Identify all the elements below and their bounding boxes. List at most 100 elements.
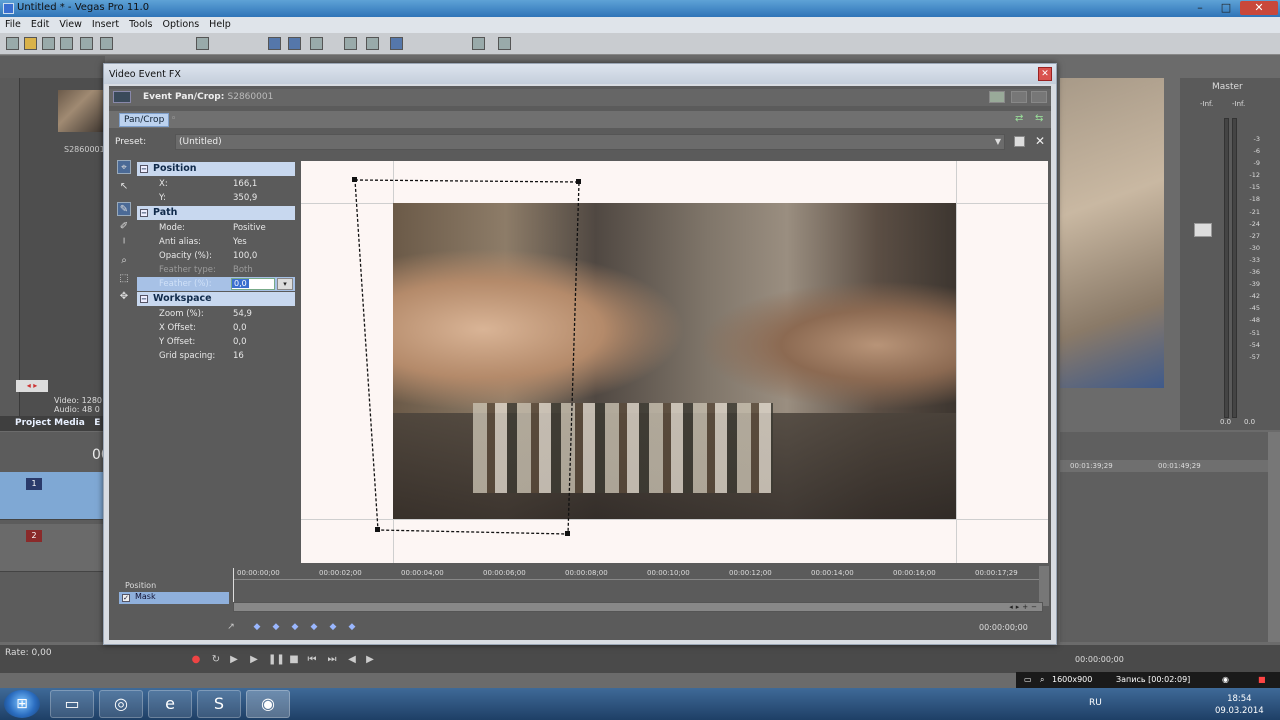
prop-row-y-offset[interactable]: Y Offset: 0,0 xyxy=(137,335,295,349)
split-screen-icon[interactable] xyxy=(989,91,1005,103)
mask-anchor[interactable] xyxy=(375,527,380,532)
normal-edit-tool-icon[interactable]: ⌖ xyxy=(117,160,131,174)
zoom-tool-icon[interactable]: ⌕ xyxy=(117,254,131,268)
edit-tool-icon[interactable] xyxy=(268,37,281,50)
dialog-close-button[interactable]: ✕ xyxy=(1038,67,1052,81)
save-as-icon[interactable] xyxy=(60,37,73,50)
play-from-start-icon[interactable]: ▶ xyxy=(228,654,240,666)
timeline-vertical-scrollbar[interactable] xyxy=(1268,432,1280,642)
tray-clock[interactable]: 18:54 09.03.2014 xyxy=(1215,693,1264,717)
scroll-zoom-buttons-icon[interactable]: ◂▸+− xyxy=(1009,603,1040,611)
record-icon[interactable]: ● xyxy=(190,654,202,666)
collapse-icon[interactable]: − xyxy=(140,295,148,303)
maximize-button[interactable]: □ xyxy=(1214,1,1238,15)
prop-value[interactable]: 166,1 xyxy=(233,179,257,189)
next-keyframe-icon[interactable]: ◆ xyxy=(289,621,301,633)
category-path[interactable]: − Path xyxy=(137,206,295,220)
mask-anchor[interactable] xyxy=(352,177,357,182)
prop-row-y[interactable]: Y: 350,9 xyxy=(137,191,295,205)
split-tool-icon[interactable]: ╵ xyxy=(117,238,131,252)
prop-row-feather-type[interactable]: Feather type: Both xyxy=(137,263,295,277)
prop-row-zoom[interactable]: Zoom (%): 54,9 xyxy=(137,307,295,321)
dialog-titlebar[interactable]: Video Event FX ✕ xyxy=(104,64,1056,84)
properties-icon[interactable] xyxy=(100,37,113,50)
minimize-button[interactable]: – xyxy=(1188,1,1212,15)
keyframe-scrollbar[interactable]: ◂▸+− xyxy=(233,602,1043,612)
open-icon[interactable] xyxy=(24,37,37,50)
prop-value[interactable]: 0,0 xyxy=(233,337,247,347)
start-button[interactable]: ⊞ xyxy=(4,690,40,718)
vegas-taskbar-icon[interactable]: ◉ xyxy=(246,690,290,718)
delete-keyframe-icon[interactable]: ◆ xyxy=(346,621,358,633)
keyframe-vertical-scrollbar[interactable] xyxy=(1039,566,1049,606)
sync-cursor-icon[interactable]: ↗ xyxy=(225,621,237,633)
keyframe-row-position[interactable]: Position xyxy=(119,581,229,592)
recorder-camera-icon[interactable]: ◉ xyxy=(1222,675,1229,684)
master-fader[interactable] xyxy=(1194,223,1212,237)
marker-icon[interactable] xyxy=(472,37,485,50)
recorder-stop-icon[interactable]: ■ xyxy=(1258,675,1266,684)
collapse-icon[interactable]: − xyxy=(140,165,148,173)
save-preset-icon[interactable] xyxy=(1014,136,1025,147)
recorder-window-icon[interactable]: ▭ xyxy=(1024,675,1032,684)
auto-crossfade-icon[interactable] xyxy=(366,37,379,50)
timeline-area[interactable]: 00:01:39;29 00:01:49;29 xyxy=(1060,432,1280,642)
prev-frame-icon[interactable]: ◀ xyxy=(346,654,358,666)
menu-edit[interactable]: Edit xyxy=(26,17,54,32)
render-icon[interactable] xyxy=(80,37,93,50)
prop-row-opacity[interactable]: Opacity (%): 100,0 xyxy=(137,249,295,263)
prop-value[interactable]: 0,0 xyxy=(233,323,247,333)
preset-dropdown[interactable]: (Untitled) ▼ xyxy=(175,134,1005,150)
prop-value[interactable]: 16 xyxy=(233,351,244,361)
feather-input[interactable]: 0,0 xyxy=(231,278,275,290)
anchor-creation-tool-icon[interactable]: ✎ xyxy=(117,202,131,216)
prop-value[interactable]: 54,9 xyxy=(233,309,252,319)
select-tool-icon[interactable]: ⬚ xyxy=(117,272,131,286)
menu-options[interactable]: Options xyxy=(158,17,205,32)
video-track-1[interactable]: 1 xyxy=(0,472,105,520)
new-icon[interactable] xyxy=(6,37,19,50)
first-keyframe-icon[interactable]: ◆ xyxy=(251,621,263,633)
video-track-2[interactable]: 2 xyxy=(0,524,105,572)
loop-icon[interactable]: ↻ xyxy=(210,654,222,666)
move-tool-icon[interactable]: ✥ xyxy=(117,290,131,304)
menu-view[interactable]: View xyxy=(54,17,87,32)
envelope-tool-icon[interactable] xyxy=(288,37,301,50)
mask-preview-canvas[interactable] xyxy=(301,161,1048,563)
prop-value[interactable]: 350,9 xyxy=(233,193,257,203)
mask-anchor[interactable] xyxy=(565,531,570,536)
explorer-taskbar-icon[interactable]: ▭ xyxy=(50,690,94,718)
keyframe-row-mask[interactable]: ✓ Mask xyxy=(119,592,229,604)
prop-row-anti-alias[interactable]: Anti alias: Yes xyxy=(137,235,295,249)
save-icon[interactable] xyxy=(42,37,55,50)
prop-value[interactable]: Yes xyxy=(233,237,247,247)
add-keyframe-icon[interactable]: ◆ xyxy=(327,621,339,633)
prop-value[interactable]: Both xyxy=(233,265,253,275)
menu-help[interactable]: Help xyxy=(204,17,236,32)
prop-row-x[interactable]: X: 166,1 xyxy=(137,177,295,191)
keyframe-ruler[interactable]: 00:00:00;00 00:00:02;00 00:00:04;00 00:0… xyxy=(233,568,1039,580)
media-thumbnail[interactable] xyxy=(58,90,104,132)
menu-insert[interactable]: Insert xyxy=(87,17,124,32)
tab-pan-crop[interactable]: Pan/Crop xyxy=(119,113,170,127)
prop-value[interactable]: 100,0 xyxy=(233,251,257,261)
fx-bypass-icon[interactable] xyxy=(1011,91,1027,103)
prop-row-grid-spacing[interactable]: Grid spacing: 16 xyxy=(137,349,295,363)
next-frame-icon[interactable]: ▶ xyxy=(364,654,376,666)
stop-icon[interactable]: ■ xyxy=(288,654,300,666)
pause-icon[interactable]: ❚❚ xyxy=(268,654,285,666)
category-position[interactable]: − Position xyxy=(137,162,295,176)
pointer-tool-icon[interactable]: ↖ xyxy=(117,180,131,194)
left-right-arrows-icon[interactable]: ◂ ▸ xyxy=(16,380,48,392)
undo-icon[interactable] xyxy=(196,37,209,50)
play-icon[interactable]: ▶ xyxy=(248,654,260,666)
snap-icon[interactable] xyxy=(344,37,357,50)
checkbox-checked-icon[interactable]: ✓ xyxy=(122,594,130,602)
whats-this-icon[interactable] xyxy=(498,37,511,50)
prop-row-mode[interactable]: Mode: Positive xyxy=(137,221,295,235)
prev-keyframe-icon[interactable]: ◆ xyxy=(270,621,282,633)
prop-row-x-offset[interactable]: X Offset: 0,0 xyxy=(137,321,295,335)
fx-chain-icon[interactable] xyxy=(1031,91,1047,103)
add-plugin-icon[interactable]: ⇄ xyxy=(1015,114,1026,125)
go-to-end-icon[interactable]: ⏭ xyxy=(326,654,338,666)
